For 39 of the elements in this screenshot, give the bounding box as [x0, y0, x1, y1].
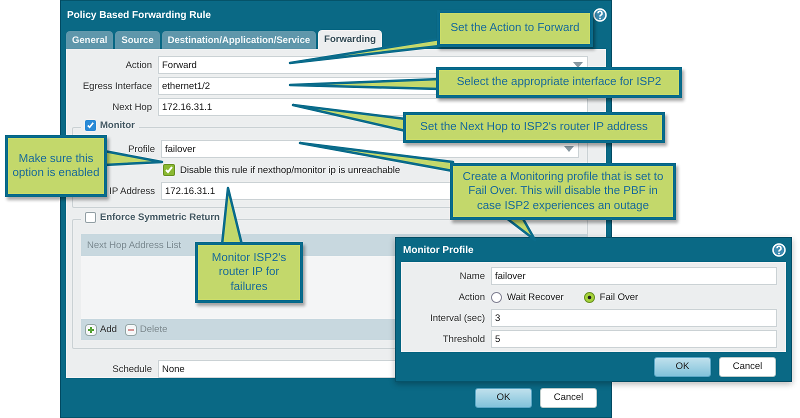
- field-label: IP Address: [108, 186, 155, 196]
- input-field[interactable]: 3: [491, 309, 777, 327]
- field-label: Schedule: [111, 364, 152, 374]
- caret-icon[interactable]: [564, 146, 574, 152]
- radio-option[interactable]: Wait Recover: [491, 292, 564, 302]
- field-label: Profile: [127, 144, 155, 154]
- field-label: Egress Interface: [82, 80, 152, 92]
- field-label: Name: [458, 270, 485, 282]
- plus-icon: [85, 324, 97, 336]
- window-title: Monitor Profile: [403, 244, 474, 256]
- help-icon[interactable]: [772, 243, 786, 257]
- section-title: Monitor: [100, 120, 135, 131]
- minus-icon: [124, 324, 137, 336]
- tab[interactable]: Forwarding: [318, 30, 382, 49]
- checkbox[interactable]: [85, 212, 96, 223]
- callout: Select the appropriate interface for ISP2: [436, 67, 682, 98]
- checkbox-label: Disable this rule if nexthop/monitor ip is unreachable: [180, 164, 400, 176]
- radio-option[interactable]: Fail Over: [584, 292, 638, 302]
- section-title: Enforce Symmetric Return: [100, 212, 220, 223]
- field-label: Action: [458, 292, 485, 302]
- cancel-button[interactable]: Cancel: [719, 356, 776, 376]
- input-field[interactable]: 5: [491, 330, 777, 348]
- cancel-button[interactable]: Cancel: [540, 388, 597, 408]
- input-field[interactable]: failover: [491, 267, 777, 285]
- field-label: Threshold: [442, 334, 485, 344]
- field-label: Interval (sec): [429, 312, 485, 324]
- help-icon[interactable]: [593, 8, 607, 22]
- field-label: Next Hop: [111, 102, 152, 112]
- add-button[interactable]: Add: [85, 324, 117, 336]
- window-title: Policy Based Forwarding Rule: [67, 10, 211, 20]
- checkbox[interactable]: [85, 120, 96, 131]
- ok-button[interactable]: OK: [475, 388, 532, 408]
- callout: Make sure this option is enabled: [5, 135, 107, 197]
- checkbox[interactable]: [163, 164, 175, 176]
- callout: Set the Action to Forward: [437, 10, 593, 47]
- ok-button[interactable]: OK: [654, 356, 711, 376]
- column-header: Next Hop Address List: [87, 240, 181, 250]
- field-label: Action: [124, 60, 152, 70]
- callout: Monitor ISP2's router IP for failures: [195, 242, 303, 303]
